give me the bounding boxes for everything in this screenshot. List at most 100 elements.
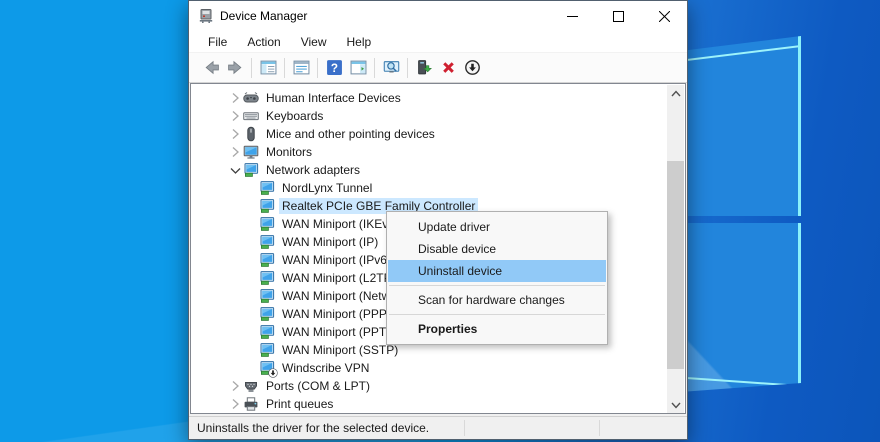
scrollbar-thumb[interactable]	[667, 161, 684, 369]
menu-view[interactable]: View	[291, 32, 337, 52]
update-driver-icon	[416, 59, 433, 76]
tree-item-nordlynx-tunnel[interactable]: NordLynx Tunnel	[191, 179, 667, 197]
tree-item-label: WAN Miniport (L2TP)	[282, 271, 396, 285]
back-button[interactable]	[199, 56, 223, 80]
status-bar-divider	[464, 420, 465, 436]
disabled-down-arrow-icon	[268, 368, 278, 378]
toolbar-separator	[374, 57, 375, 78]
help-button[interactable]	[322, 56, 346, 80]
tree-item-label: WAN Miniport (IP)	[282, 235, 379, 249]
vertical-scrollbar[interactable]	[667, 85, 684, 413]
close-button[interactable]	[641, 1, 687, 31]
chevron-up-icon	[668, 86, 684, 102]
tree-item-label: Human Interface Devices	[266, 91, 401, 105]
tree-item-label: Mice and other pointing devices	[266, 127, 435, 141]
scan-icon	[383, 59, 400, 76]
tree-item-label: Ports (COM & LPT)	[266, 379, 371, 393]
scroll-up-button[interactable]	[667, 85, 684, 102]
tree-item-monitors[interactable]: Monitors	[191, 143, 667, 161]
tree-item-human-interface-devices[interactable]: Human Interface Devices	[191, 89, 667, 107]
device-manager-window: Device Manager File Action View Help Hum…	[188, 0, 688, 440]
network-adapter-icon	[259, 288, 275, 304]
close-icon	[658, 10, 670, 22]
toolbar-separator	[407, 57, 408, 78]
title-bar[interactable]: Device Manager	[189, 1, 687, 31]
context-menu: Update driver Disable device Uninstall d…	[386, 211, 608, 345]
context-menu-item-properties[interactable]: Properties	[388, 318, 606, 340]
toolbar-separator	[284, 57, 285, 78]
tree-item-mice[interactable]: Mice and other pointing devices	[191, 125, 667, 143]
device-manager-icon	[198, 8, 214, 24]
context-menu-item-update-driver[interactable]: Update driver	[388, 216, 606, 238]
chevron-right-icon[interactable]	[227, 108, 243, 124]
network-adapter-icon	[259, 252, 275, 268]
tree-item-keyboards[interactable]: Keyboards	[191, 107, 667, 125]
menu-help[interactable]: Help	[337, 32, 382, 52]
scan-for-hardware-changes-button[interactable]	[379, 56, 403, 80]
network-adapter-icon	[259, 324, 275, 340]
network-adapter-disabled-icon	[259, 360, 275, 376]
tree-item-label: WAN Miniport (PPTP)	[282, 325, 399, 339]
tree-item-network-adapters[interactable]: Network adapters	[191, 161, 667, 179]
tree-item-label: WAN Miniport (IKEv2)	[282, 217, 399, 231]
context-menu-item-scan-for-hardware-changes[interactable]: Scan for hardware changes	[388, 289, 606, 311]
tree-item-label: Windscribe VPN	[282, 361, 370, 375]
network-adapter-icon	[259, 180, 275, 196]
chevron-right-icon[interactable]	[227, 378, 243, 394]
tree-item-label: WAN Miniport (SSTP)	[282, 343, 399, 357]
tree-item-label: Print queues	[266, 397, 334, 411]
toolbar	[189, 53, 687, 83]
show-console-tree-button[interactable]	[256, 56, 280, 80]
menu-bar: File Action View Help	[189, 31, 687, 53]
action-pane-button[interactable]	[346, 56, 370, 80]
tree-item-ports-com-lpt[interactable]: Ports (COM & LPT)	[191, 377, 667, 395]
arrow-right-icon	[227, 59, 244, 76]
menu-file[interactable]: File	[198, 32, 237, 52]
maximize-button[interactable]	[595, 1, 641, 31]
minimize-icon	[566, 15, 578, 17]
scroll-down-button[interactable]	[667, 396, 684, 413]
window-title: Device Manager	[220, 9, 308, 23]
minimize-button[interactable]	[549, 1, 595, 31]
update-driver-button[interactable]	[412, 56, 436, 80]
hid-gamepad-icon	[243, 90, 259, 106]
context-menu-separator	[389, 314, 605, 315]
network-adapter-icon	[259, 198, 275, 214]
chevron-right-icon[interactable]	[227, 396, 243, 412]
printer-icon	[243, 396, 259, 412]
toolbar-separator	[317, 57, 318, 78]
properties-button[interactable]	[289, 56, 313, 80]
network-adapter-icon	[259, 306, 275, 322]
context-menu-separator	[389, 285, 605, 286]
uninstall-device-button[interactable]	[436, 56, 460, 80]
keyboard-icon	[243, 108, 259, 124]
context-menu-item-disable-device[interactable]: Disable device	[388, 238, 606, 260]
forward-button[interactable]	[223, 56, 247, 80]
tree-item-windscribe-vpn[interactable]: Windscribe VPN	[191, 359, 667, 377]
mouse-icon	[243, 126, 259, 142]
tree-item-label: Network adapters	[266, 163, 361, 177]
action-pane-icon	[350, 59, 367, 76]
help-icon	[326, 59, 343, 76]
network-adapter-icon	[259, 270, 275, 286]
chevron-down-icon[interactable]	[227, 162, 243, 178]
chevron-right-icon[interactable]	[227, 126, 243, 142]
monitor-icon	[243, 144, 259, 160]
network-adapter-icon	[243, 162, 259, 178]
context-menu-item-uninstall-device[interactable]: Uninstall device	[388, 260, 606, 282]
tree-item-label: WAN Miniport (IPv6)	[282, 253, 391, 267]
maximize-icon	[612, 10, 624, 22]
chevron-right-icon[interactable]	[227, 90, 243, 106]
menu-action[interactable]: Action	[237, 32, 290, 52]
network-adapter-icon	[259, 216, 275, 232]
disable-device-button[interactable]	[460, 56, 484, 80]
tree-item-print-queues[interactable]: Print queues	[191, 395, 667, 413]
chevron-down-icon	[668, 397, 684, 413]
disable-circle-icon	[464, 59, 481, 76]
tree-item-label: NordLynx Tunnel	[282, 181, 373, 195]
properties-icon	[293, 59, 310, 76]
network-adapter-icon	[259, 234, 275, 250]
tree-item-label: Monitors	[266, 145, 313, 159]
chevron-right-icon[interactable]	[227, 144, 243, 160]
console-tree-icon	[260, 59, 277, 76]
